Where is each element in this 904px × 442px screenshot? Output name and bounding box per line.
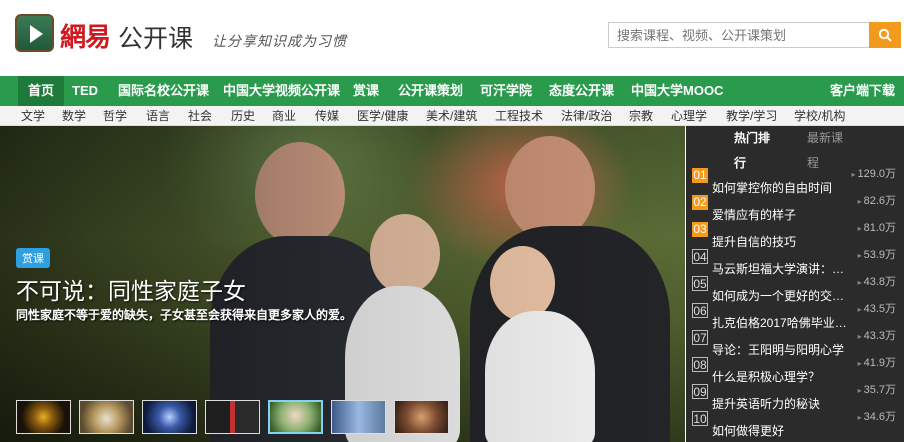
search-icon <box>878 28 892 42</box>
nav-intl-open-course[interactable]: 国际名校公开课 <box>118 76 209 106</box>
rank-number: 09 <box>692 384 708 399</box>
rank-number: 03 <box>692 222 708 237</box>
tab-new-courses[interactable]: 最新课 <box>807 128 843 148</box>
rank-number: 07 <box>692 330 708 345</box>
nav-special[interactable]: 公开课策划 <box>398 76 463 106</box>
logo-open-course[interactable]: 公开课 <box>118 19 193 55</box>
rank-number: 05 <box>692 276 708 291</box>
category-item[interactable]: 传媒 <box>315 107 339 125</box>
view-count: 129.0万 <box>851 165 896 181</box>
view-count: 81.0万 <box>858 219 896 235</box>
view-count: 82.6万 <box>858 192 896 208</box>
view-count: 43.5万 <box>858 300 896 316</box>
rank-number: 06 <box>692 303 708 318</box>
ranking-item[interactable]: 02 82.6万 爱情应有的样子 <box>690 191 902 222</box>
search-button[interactable] <box>869 22 901 48</box>
category-nav: 文学 数学 哲学 语言 社会 历史 商业 传媒 医学/健康 美术/建筑 工程技术… <box>0 106 904 126</box>
carousel-thumbnail[interactable] <box>331 400 386 434</box>
logo-netease[interactable]: 網易 <box>60 17 111 54</box>
rank-number: 04 <box>692 249 708 264</box>
ranking-item[interactable]: 09 35.7万 提升英语听力的秘诀 <box>690 380 902 411</box>
category-item[interactable]: 文学 <box>21 107 45 125</box>
ranking-panel: 热门排 行 最新课 程 01 129.0万 如何掌控你的自由时间 02 82.6… <box>686 126 904 442</box>
ranking-item[interactable]: 08 41.9万 什么是积极心理学？ <box>690 353 902 384</box>
category-item[interactable]: 宗教 <box>629 107 653 125</box>
category-item[interactable]: 社会 <box>188 107 212 125</box>
ranking-item[interactable]: 03 81.0万 提升自信的技巧 <box>690 218 902 249</box>
carousel-thumbnail[interactable] <box>79 400 134 434</box>
nav-attitude[interactable]: 态度公开课 <box>549 76 614 106</box>
slogan: 让分享知识成为习惯 <box>212 34 347 50</box>
view-count: 53.9万 <box>858 246 896 262</box>
category-item[interactable]: 商业 <box>272 107 296 125</box>
ranking-item[interactable]: 05 43.8万 如何成为一个更好的交… <box>690 272 902 303</box>
carousel-thumbnail-selected[interactable] <box>268 400 323 434</box>
category-item[interactable]: 美术/建筑 <box>426 107 477 125</box>
hero-description: 同性家庭不等于爱的缺失，子女甚至会获得来自更多家人的爱。 <box>16 308 353 322</box>
search-input[interactable] <box>608 22 870 48</box>
tab-hot-ranking[interactable]: 热门排 <box>734 128 770 148</box>
carousel-thumbnail[interactable] <box>394 400 449 434</box>
logo-icon[interactable] <box>15 14 54 52</box>
rank-number: 08 <box>692 357 708 372</box>
nav-shangke[interactable]: 赏课 <box>353 76 379 106</box>
ranking-item[interactable]: 10 34.6万 如何做得更好 <box>690 407 902 438</box>
ranking-item[interactable]: 01 129.0万 如何掌控你的自由时间 <box>690 164 902 195</box>
ranking-item[interactable]: 07 43.3万 导论：王阳明与阳明心学 <box>690 326 902 357</box>
rank-number: 02 <box>692 195 708 210</box>
category-item[interactable]: 医学/健康 <box>357 107 408 125</box>
ranking-item[interactable]: 06 43.5万 扎克伯格2017哈佛毕业… <box>690 299 902 330</box>
nav-client-download[interactable]: 客户端下载 <box>830 76 895 106</box>
course-tag-badge[interactable]: 赏课 <box>16 248 50 268</box>
hero-title[interactable]: 不可说：同性家庭子女 <box>16 272 246 306</box>
category-item[interactable]: 工程技术 <box>495 107 543 125</box>
view-count: 41.9万 <box>858 354 896 370</box>
rank-number: 01 <box>692 168 708 183</box>
nav-home[interactable]: 首页 <box>18 76 65 106</box>
nav-khan[interactable]: 可汗学院 <box>480 76 532 106</box>
category-item[interactable]: 语言 <box>146 107 170 125</box>
carousel-thumbnail[interactable] <box>205 400 260 434</box>
ranking-item[interactable]: 04 53.9万 马云斯坦福大学演讲：… <box>690 245 902 276</box>
course-title[interactable]: 如何做得更好 <box>712 422 852 439</box>
nav-ted[interactable]: TED <box>72 76 98 106</box>
hero-banner[interactable]: 赏课 不可说：同性家庭子女 同性家庭不等于爱的缺失，子女甚至会获得来自更多家人的… <box>0 126 685 442</box>
rank-number: 10 <box>692 411 708 426</box>
nav-mooc[interactable]: 中国大学MOOC <box>631 76 723 106</box>
category-item[interactable]: 心理学 <box>671 107 707 125</box>
category-item[interactable]: 法律/政治 <box>561 107 612 125</box>
category-item[interactable]: 历史 <box>231 107 255 125</box>
category-item[interactable]: 教学/学习 <box>726 107 777 125</box>
view-count: 43.8万 <box>858 273 896 289</box>
category-item[interactable]: 学校/机构 <box>794 107 845 125</box>
nav-china-univ-video[interactable]: 中国大学视频公开课 <box>223 76 340 106</box>
carousel-thumbnail[interactable] <box>142 400 197 434</box>
main-nav: 首页 TED 国际名校公开课 中国大学视频公开课 赏课 公开课策划 可汗学院 态… <box>0 76 904 106</box>
carousel-thumbnail[interactable] <box>16 400 71 434</box>
category-item[interactable]: 数学 <box>62 107 86 125</box>
view-count: 43.3万 <box>858 327 896 343</box>
category-item[interactable]: 哲学 <box>103 107 127 125</box>
view-count: 35.7万 <box>858 381 896 397</box>
view-count: 34.6万 <box>858 408 896 424</box>
